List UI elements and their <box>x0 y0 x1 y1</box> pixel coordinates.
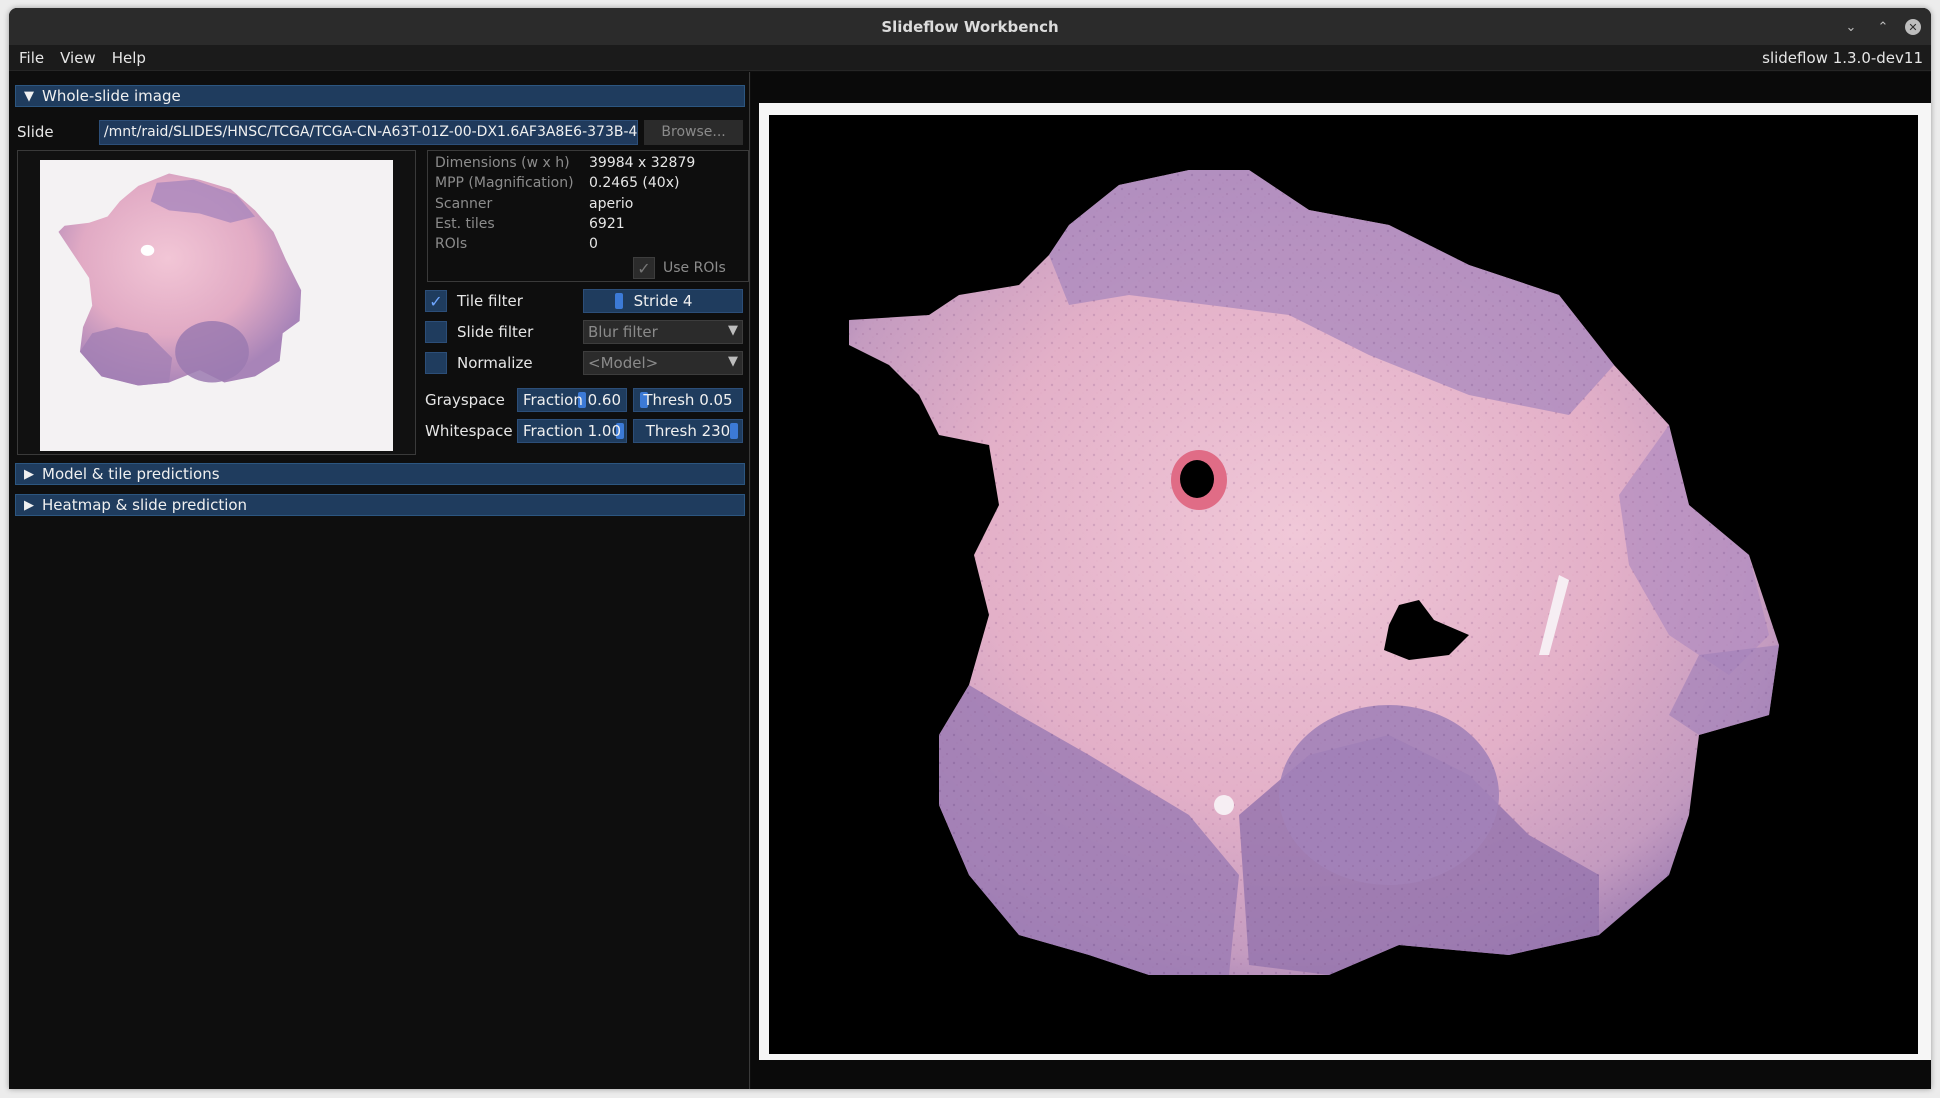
section-wsi-header[interactable]: ▼ Whole-slide image <box>15 85 745 107</box>
dropdown-arrow-icon: ▼ <box>728 323 738 338</box>
menu-help[interactable]: Help <box>104 49 154 67</box>
minimize-icon[interactable]: ⌄ <box>1841 17 1861 37</box>
window-title: Slideflow Workbench <box>881 17 1059 36</box>
title-bar[interactable]: Slideflow Workbench ⌄ ⌃ ✕ <box>9 8 1931 45</box>
info-key: ROIs <box>435 236 468 252</box>
info-key: Scanner <box>435 196 493 212</box>
slide-canvas[interactable] <box>769 115 1918 1054</box>
collapsed-triangle-icon: ▶ <box>24 466 34 482</box>
use-rois-label: Use ROIs <box>663 260 726 276</box>
slide-filter-combo-value: Blur filter <box>588 323 658 341</box>
slider-grab[interactable] <box>615 293 623 309</box>
tile-filter-checkbox[interactable]: ✓ <box>425 290 447 312</box>
grayspace-row: Grayspace Fraction 0.60 Thresh 0.05 <box>425 388 743 412</box>
normalize-checkbox[interactable] <box>425 352 447 374</box>
grayspace-thresh-slider[interactable]: Thresh 0.05 <box>633 388 743 412</box>
checkmark-icon: ✓ <box>633 257 655 279</box>
section-model-title: Model & tile predictions <box>42 465 220 483</box>
close-icon[interactable]: ✕ <box>1905 19 1921 35</box>
menu-file[interactable]: File <box>11 49 52 67</box>
slider-grab[interactable] <box>730 423 738 439</box>
normalizer-combo-value: <Model> <box>588 354 659 372</box>
slide-filter-row: Slide filter Blur filter ▼ <box>425 320 743 344</box>
section-wsi-title: Whole-slide image <box>42 87 181 105</box>
info-key: Est. tiles <box>435 216 495 232</box>
info-value: aperio <box>589 196 634 212</box>
grayspace-label: Grayspace <box>425 391 505 409</box>
slide-row: Slide /mnt/raid/SLIDES/HNSC/TCGA/TCGA-CN… <box>17 119 743 145</box>
slide-path-input[interactable]: /mnt/raid/SLIDES/HNSC/TCGA/TCGA-CN-A63T-… <box>98 119 639 145</box>
grayspace-fraction-text: Fraction 0.60 <box>522 391 622 409</box>
section-heatmap-title: Heatmap & slide prediction <box>42 496 248 514</box>
stride-slider-text: Stride 4 <box>633 292 693 310</box>
whitespace-thresh-text: Thresh 230 <box>645 422 731 440</box>
use-rois-toggle[interactable]: ✓ Use ROIs <box>633 257 726 279</box>
grayspace-thresh-text: Thresh 0.05 <box>643 391 733 409</box>
stride-slider[interactable]: Stride 4 <box>583 289 743 313</box>
whitespace-row: Whitespace Fraction 1.00 Thresh 230 <box>425 419 743 443</box>
menu-bar: File View Help slideflow 1.3.0-dev11 <box>9 45 1931 71</box>
info-key: Dimensions (w x h) <box>435 155 570 171</box>
app-window: Slideflow Workbench ⌄ ⌃ ✕ File View Help… <box>9 8 1931 1089</box>
info-row-rois: ROIs 0 <box>435 234 598 254</box>
info-value: 0 <box>589 236 598 252</box>
info-row-dimensions: Dimensions (w x h) 39984 x 32879 <box>435 153 695 173</box>
normalizer-combo[interactable]: <Model> ▼ <box>583 351 743 375</box>
thumbnail-tissue-image <box>58 173 302 386</box>
info-row-mpp: MPP (Magnification) 0.2465 (40x) <box>435 173 679 193</box>
slide-viewer[interactable] <box>751 72 1931 1089</box>
slide-label: Slide <box>17 123 54 141</box>
normalize-label: Normalize <box>457 354 533 372</box>
dropdown-arrow-icon: ▼ <box>728 354 738 369</box>
slide-thumbnail[interactable] <box>40 160 393 451</box>
whole-slide-tissue-image <box>769 115 1918 1054</box>
maximize-icon[interactable]: ⌃ <box>1873 17 1893 37</box>
tile-filter-row: ✓ Tile filter Stride 4 <box>425 289 743 313</box>
whitespace-fraction-text: Fraction 1.00 <box>522 422 622 440</box>
whitespace-thresh-slider[interactable]: Thresh 230 <box>633 419 743 443</box>
slide-filter-checkbox[interactable] <box>425 321 447 343</box>
slide-filter-combo[interactable]: Blur filter ▼ <box>583 320 743 344</box>
grayspace-fraction-slider[interactable]: Fraction 0.60 <box>517 388 627 412</box>
window-controls: ⌄ ⌃ ✕ <box>1841 17 1921 37</box>
section-model-header[interactable]: ▶ Model & tile predictions <box>15 463 745 485</box>
control-panel: ▼ Whole-slide image Slide /mnt/raid/SLID… <box>9 72 750 1089</box>
info-value: 6921 <box>589 216 625 232</box>
collapsed-triangle-icon: ▶ <box>24 497 34 513</box>
browse-button[interactable]: Browse... <box>644 119 743 145</box>
slide-filter-label: Slide filter <box>457 323 534 341</box>
slide-thumbnail-panel <box>17 150 416 455</box>
section-heatmap-header[interactable]: ▶ Heatmap & slide prediction <box>15 494 745 516</box>
slide-info-panel: Dimensions (w x h) 39984 x 32879 MPP (Ma… <box>427 150 749 282</box>
info-value: 0.2465 (40x) <box>589 175 680 191</box>
info-value: 39984 x 32879 <box>589 155 696 171</box>
expanded-triangle-icon: ▼ <box>24 88 34 104</box>
whitespace-fraction-slider[interactable]: Fraction 1.00 <box>517 419 627 443</box>
version-label: slideflow 1.3.0-dev11 <box>1762 48 1923 67</box>
normalize-row: Normalize <Model> ▼ <box>425 351 743 375</box>
whitespace-label: Whitespace <box>425 422 513 440</box>
info-key: MPP (Magnification) <box>435 175 574 191</box>
info-row-scanner: Scanner aperio <box>435 194 633 214</box>
info-row-est-tiles: Est. tiles 6921 <box>435 214 625 234</box>
menu-view[interactable]: View <box>52 49 104 67</box>
tile-filter-label: Tile filter <box>457 292 523 310</box>
